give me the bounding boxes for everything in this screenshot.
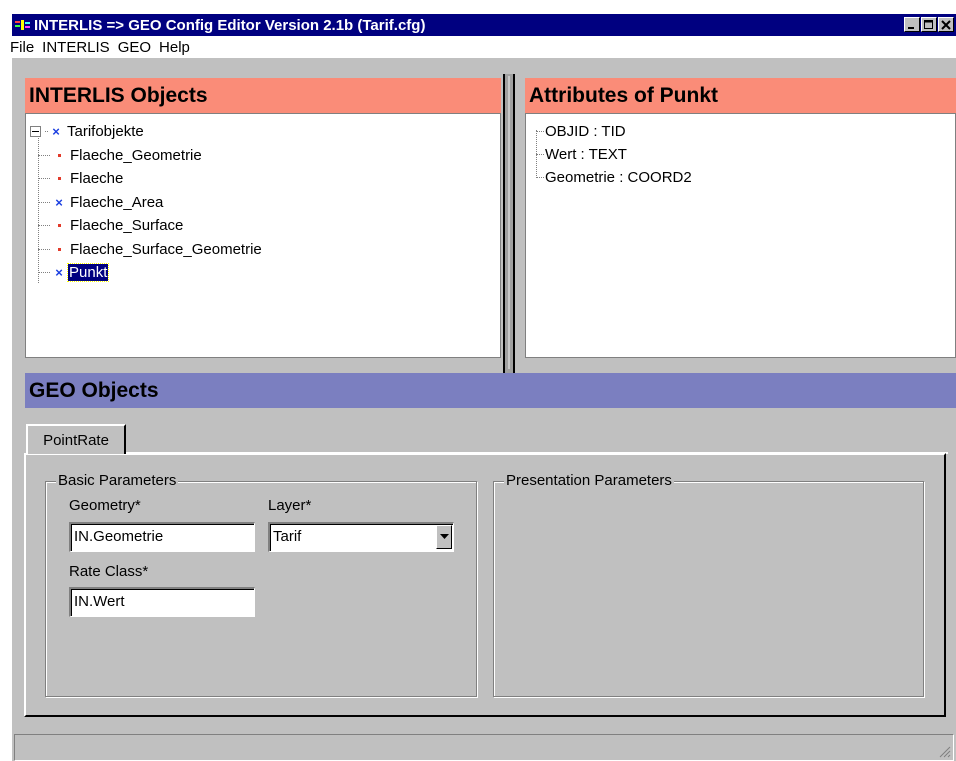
- tree-item-label: Punkt: [66, 263, 110, 283]
- geometry-field[interactable]: IN.Geometrie: [69, 522, 255, 552]
- title-bar[interactable]: INTERLIS => GEO Config Editor Version 2.…: [12, 14, 956, 36]
- tree: × Tarifobjekte Flaeche_Geometrie Flaeche…: [30, 120, 262, 285]
- geo-objects-title: GEO Objects: [29, 378, 159, 402]
- menu-bar: File INTERLIS GEO Help: [10, 36, 956, 58]
- rate-class-label: Rate Class*: [69, 563, 149, 580]
- basic-parameters-group: Basic Parameters Geometry* IN.Geometrie …: [45, 472, 477, 697]
- attributes-header: Attributes of Punkt: [525, 78, 956, 113]
- tab-label: PointRate: [43, 431, 109, 449]
- attributes-list[interactable]: OBJID : TID Wert : TEXT Geometrie : COOR…: [525, 113, 956, 358]
- rate-class-field[interactable]: IN.Wert: [69, 587, 255, 617]
- presentation-parameters-legend: Presentation Parameters: [504, 472, 674, 489]
- dot-icon: [52, 247, 66, 251]
- chevron-down-icon[interactable]: [436, 525, 452, 549]
- collapse-icon[interactable]: [30, 126, 41, 138]
- attribute-label: OBJID : TID: [545, 123, 626, 140]
- tree-item-label: Flaeche_Surface_Geometrie: [70, 240, 262, 258]
- attribute-label: Wert : TEXT: [545, 146, 627, 163]
- resize-grip-icon[interactable]: [939, 746, 951, 758]
- interlis-objects-header: INTERLIS Objects: [25, 78, 501, 113]
- app-window: INTERLIS => GEO Config Editor Version 2.…: [10, 14, 956, 761]
- geometry-value: IN.Geometrie: [74, 528, 164, 545]
- attributes-title: Attributes of Punkt: [529, 83, 718, 107]
- dot-icon: [52, 177, 66, 181]
- tree-item[interactable]: × Flaeche_Area: [30, 191, 262, 215]
- tree-root[interactable]: × Tarifobjekte: [30, 120, 262, 144]
- interlis-objects-title: INTERLIS Objects: [29, 83, 208, 107]
- minimize-icon[interactable]: [904, 17, 920, 32]
- tree-root-label: Tarifobjekte: [67, 123, 144, 141]
- interlis-objects-tree[interactable]: × Tarifobjekte Flaeche_Geometrie Flaeche…: [25, 113, 501, 358]
- tree-item-label: Flaeche: [70, 170, 124, 188]
- x-icon: ×: [55, 265, 63, 281]
- geometry-label: Geometry*: [69, 497, 141, 514]
- status-bar: [14, 734, 954, 761]
- menu-geo[interactable]: GEO: [118, 39, 159, 56]
- tree-item[interactable]: Flaeche_Geometrie: [30, 144, 262, 168]
- rate-class-value: IN.Wert: [74, 593, 125, 610]
- attribute-item[interactable]: Geometrie : COORD2: [536, 166, 692, 189]
- dot-icon: [52, 224, 66, 228]
- tab-page: Basic Parameters Geometry* IN.Geometrie …: [24, 453, 946, 717]
- layer-value: Tarif: [273, 528, 302, 545]
- tree-item-label: Flaeche_Geometrie: [70, 146, 202, 164]
- presentation-parameters-group: Presentation Parameters: [493, 472, 924, 697]
- close-icon[interactable]: [938, 17, 954, 32]
- panel-splitter[interactable]: [503, 74, 515, 373]
- window-controls: [903, 17, 954, 32]
- tree-item-label: Flaeche_Area: [70, 193, 164, 211]
- attribute-label: Geometrie : COORD2: [545, 169, 692, 186]
- tree-item[interactable]: Flaeche_Surface_Geometrie: [30, 238, 262, 262]
- dot-icon: [52, 153, 66, 157]
- tab-pointrate[interactable]: PointRate: [26, 424, 126, 454]
- maximize-icon[interactable]: [921, 17, 937, 32]
- x-icon: ×: [55, 194, 63, 210]
- attribute-item[interactable]: OBJID : TID: [536, 120, 692, 143]
- tree-item-label: Flaeche_Surface: [70, 217, 184, 235]
- menu-help[interactable]: Help: [159, 39, 198, 56]
- geo-objects-header: GEO Objects: [25, 373, 956, 408]
- layer-select[interactable]: Tarif: [268, 522, 454, 552]
- tree-item[interactable]: Flaeche_Surface: [30, 214, 262, 238]
- menu-interlis[interactable]: INTERLIS: [42, 39, 118, 56]
- tree-item[interactable]: Flaeche: [30, 167, 262, 191]
- window-title: INTERLIS => GEO Config Editor Version 2.…: [34, 16, 426, 34]
- attribute-item[interactable]: Wert : TEXT: [536, 143, 692, 166]
- basic-parameters-legend: Basic Parameters: [56, 472, 179, 489]
- tree-item-selected[interactable]: × Punkt: [30, 261, 262, 285]
- app-icon: [15, 18, 31, 32]
- x-icon: ×: [52, 124, 60, 140]
- geo-tab-control: PointRate Basic Parameters Geometry* IN.…: [12, 419, 949, 723]
- menu-file[interactable]: File: [10, 39, 42, 56]
- layer-label: Layer*: [268, 497, 312, 514]
